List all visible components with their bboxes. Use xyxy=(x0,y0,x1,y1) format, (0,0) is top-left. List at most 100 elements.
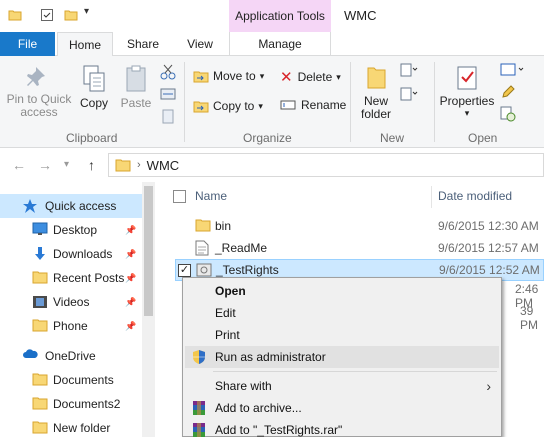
address-row: ← → ▾ ↑ › WMC xyxy=(0,148,544,182)
sidebar-item-label: Videos xyxy=(53,295,90,309)
pin-icon: 📌 xyxy=(125,224,137,235)
sidebar-item-label: Desktop xyxy=(53,223,98,237)
table-row[interactable]: _ReadMe 9/6/2015 12:57 AM xyxy=(175,237,544,259)
select-all-checkbox[interactable] xyxy=(173,190,186,203)
new-folder-button[interactable]: New folder xyxy=(356,64,396,121)
address-path[interactable]: WMC xyxy=(147,158,180,173)
pin-icon: 📌 xyxy=(125,248,137,259)
sidebar-item-label: Documents xyxy=(53,373,114,387)
sidebar-item-downloads[interactable]: Downloads 📌 xyxy=(0,242,142,266)
menu-item-edit[interactable]: Edit xyxy=(185,302,499,324)
move-to-icon xyxy=(193,71,209,83)
copy-path-icon[interactable] xyxy=(160,86,176,102)
paste-label: Paste xyxy=(120,96,152,110)
download-icon xyxy=(32,246,48,262)
pin-label: Pin to Quick access xyxy=(6,92,72,119)
menu-item-add-to-archive[interactable]: Add to archive... xyxy=(185,397,499,419)
sidebar-item-label: Phone xyxy=(53,319,88,333)
copy-to-button[interactable]: Copy to ▾ xyxy=(193,98,263,114)
menu-item-open[interactable]: Open xyxy=(185,280,499,302)
nav-scrollbar-thumb[interactable] xyxy=(144,186,153,316)
window-title: WMC xyxy=(344,8,377,23)
sidebar-item-onedrive[interactable]: OneDrive xyxy=(0,344,142,368)
menu-item-add-to-testrights-rar[interactable]: Add to "_TestRights.rar" xyxy=(185,419,499,437)
tab-home[interactable]: Home xyxy=(57,32,113,57)
pin-icon: 📌 xyxy=(125,272,137,283)
winrar-icon xyxy=(191,422,207,437)
edit-icon[interactable] xyxy=(500,84,516,100)
column-header-name[interactable]: Name xyxy=(195,182,227,210)
copy-label: Copy xyxy=(79,96,108,110)
delete-x-icon: ✕ xyxy=(280,69,293,86)
sidebar-item-quick-access[interactable]: Quick access xyxy=(0,194,142,218)
tab-share[interactable]: Share xyxy=(117,32,169,56)
easy-access-icon[interactable] xyxy=(400,86,418,102)
address-bar[interactable]: › WMC xyxy=(108,153,544,177)
sidebar-item-recent-posts[interactable]: Recent Posts 📌 xyxy=(0,266,142,290)
cloud-icon xyxy=(22,348,38,364)
pin-icon: 📌 xyxy=(125,320,137,331)
properties-label: Properties xyxy=(439,94,495,108)
menu-item-label: Print xyxy=(215,328,240,342)
chevron-down-icon: ▾ xyxy=(258,100,263,111)
chevron-down-icon: ▾ xyxy=(259,70,265,81)
menu-separator xyxy=(213,371,497,372)
partial-date: 39 PM xyxy=(520,304,538,332)
tab-manage[interactable]: Manage xyxy=(229,32,331,56)
copy-button[interactable]: Copy xyxy=(76,64,112,110)
folder-icon xyxy=(115,159,131,172)
row-checkbox[interactable]: ✓ xyxy=(178,263,191,277)
nav-scrollbar[interactable] xyxy=(142,182,155,437)
sidebar-item-new-folder[interactable]: New folder xyxy=(0,416,142,437)
rename-label: Rename xyxy=(301,98,347,112)
column-header-date[interactable]: Date modified xyxy=(438,182,512,210)
delete-button[interactable]: ✕ Delete ▾ xyxy=(280,68,341,86)
move-to-button[interactable]: Move to ▾ xyxy=(193,68,264,84)
ribbon-tabs: File Home Share View Manage xyxy=(0,32,544,57)
properties-button[interactable]: Properties ▾ xyxy=(438,64,496,119)
clipboard-group-label: Clipboard xyxy=(66,131,118,145)
column-divider[interactable] xyxy=(431,186,432,208)
file-date: 9/6/2015 12:52 AM xyxy=(439,263,540,277)
new-item-icon[interactable] xyxy=(400,62,418,78)
paste-button[interactable]: Paste xyxy=(118,64,154,110)
history-icon[interactable] xyxy=(500,106,516,122)
sidebar-item-documents[interactable]: Documents xyxy=(0,368,142,392)
cut-icon[interactable] xyxy=(160,64,176,80)
group-divider xyxy=(434,62,435,142)
chevron-right-icon[interactable]: › xyxy=(137,159,141,171)
qat-dropdown-icon[interactable]: ▾ xyxy=(84,6,89,17)
properties-icon[interactable] xyxy=(40,8,54,22)
sidebar-item-documents2[interactable]: Documents2 xyxy=(0,392,142,416)
recent-locations-icon[interactable]: ▾ xyxy=(64,159,69,170)
sidebar-item-desktop[interactable]: Desktop 📌 xyxy=(0,218,142,242)
menu-item-share-with[interactable]: Share with › xyxy=(185,375,499,397)
table-row[interactable]: bin 9/6/2015 12:30 AM xyxy=(175,215,544,237)
move-to-label: Move to xyxy=(213,69,256,83)
group-divider xyxy=(350,62,351,142)
pin-to-quick-access-button[interactable]: Pin to Quick access xyxy=(4,64,74,119)
menu-item-print[interactable]: Print xyxy=(185,324,499,346)
folder-icon[interactable] xyxy=(8,8,22,22)
tab-view[interactable]: View xyxy=(174,32,226,56)
new-folder-icon[interactable] xyxy=(64,8,78,22)
application-icon xyxy=(196,262,212,278)
sidebar-item-videos[interactable]: Videos 📌 xyxy=(0,290,142,314)
video-icon xyxy=(32,294,48,310)
menu-item-run-as-administrator[interactable]: Run as administrator xyxy=(185,346,499,368)
pin-icon: 📌 xyxy=(125,296,137,307)
navigation-pane: Quick access Desktop 📌 Downloads 📌 Recent Pos… xyxy=(0,182,155,437)
folder-icon xyxy=(195,218,211,234)
paste-icon xyxy=(126,65,146,92)
sidebar-item-phone[interactable]: Phone 📌 xyxy=(0,314,142,338)
forward-arrow-icon[interactable]: → xyxy=(38,157,52,173)
up-arrow-icon[interactable]: ↑ xyxy=(88,157,95,173)
back-arrow-icon[interactable]: ← xyxy=(12,157,26,173)
open-icon[interactable] xyxy=(500,62,526,78)
menu-item-label: Add to archive... xyxy=(215,401,302,415)
rename-button[interactable]: Rename xyxy=(280,98,346,112)
paste-shortcut-icon[interactable] xyxy=(160,108,176,124)
tab-file[interactable]: File xyxy=(0,32,55,56)
file-date: 9/6/2015 12:30 AM xyxy=(438,219,539,233)
winrar-icon xyxy=(191,400,207,416)
